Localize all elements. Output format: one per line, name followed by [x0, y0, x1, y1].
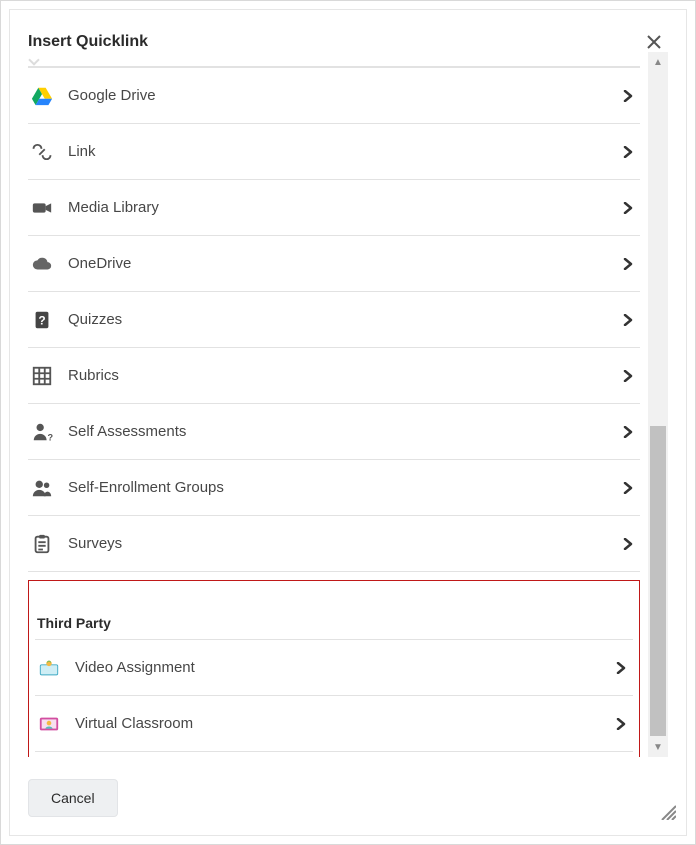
resize-handle-icon[interactable]	[658, 802, 676, 825]
chevron-right-icon	[611, 718, 631, 730]
chevron-right-icon	[618, 314, 638, 326]
third-party-section: Third Party Video Assignment Virtual Clas…	[28, 580, 640, 757]
list-item-label: OneDrive	[68, 255, 618, 272]
third-party-item-virtual-classroom[interactable]: Virtual Classroom	[35, 696, 633, 752]
dialog-title: Insert Quicklink	[28, 33, 148, 51]
insert-quicklink-dialog: Insert Quicklink Google Drive Link Media L…	[9, 9, 687, 836]
list-item-label: Media Library	[68, 199, 618, 216]
list-item-rubrics[interactable]: Rubrics	[28, 348, 640, 404]
bongo-video-icon	[37, 656, 61, 680]
list-item-label: Virtual Classroom	[75, 715, 611, 732]
clipboard-icon	[30, 532, 54, 556]
people-icon	[30, 476, 54, 500]
svg-text:?: ?	[38, 313, 45, 327]
cloud-icon	[30, 252, 54, 276]
list-item-label: Self-Enrollment Groups	[68, 479, 618, 496]
chevron-right-icon	[618, 482, 638, 494]
list-item-label: Rubrics	[68, 367, 618, 384]
list-item-quizzes[interactable]: ? Quizzes	[28, 292, 640, 348]
list-item-google-drive[interactable]: Google Drive	[28, 68, 640, 124]
chevron-right-icon	[618, 370, 638, 382]
chevron-right-icon	[618, 90, 638, 102]
list-item-label: Surveys	[68, 535, 618, 552]
scroll-thumb[interactable]	[650, 426, 666, 736]
close-icon	[646, 34, 662, 50]
camera-icon	[30, 196, 54, 220]
list-item-truncated[interactable]	[28, 52, 640, 67]
chevron-right-icon	[618, 258, 638, 270]
list-item-self-assess[interactable]: ? Self Assessments	[28, 404, 640, 460]
scroll-down-icon[interactable]: ▼	[648, 737, 668, 757]
svg-text:?: ?	[48, 432, 54, 442]
chevron-right-icon	[611, 662, 631, 674]
list-item-surveys[interactable]: Surveys	[28, 516, 640, 572]
list-item-label: Quizzes	[68, 311, 618, 328]
chevron-right-icon	[618, 538, 638, 550]
grid-icon	[30, 364, 54, 388]
quicklink-list: Google Drive Link Media Library OneDrive? Qu…	[28, 52, 640, 757]
list-item-link[interactable]: Link	[28, 124, 640, 180]
list-item-onedrive[interactable]: OneDrive	[28, 236, 640, 292]
person-q-icon: ?	[30, 420, 54, 444]
chevron-right-icon	[618, 426, 638, 438]
list-item-label: Self Assessments	[68, 423, 618, 440]
chevron-right-icon	[618, 146, 638, 158]
list-item-media-library[interactable]: Media Library	[28, 180, 640, 236]
cancel-button[interactable]: Cancel	[28, 779, 118, 817]
scrollbar[interactable]: ▲ ▼	[648, 52, 668, 757]
list-item-label: Google Drive	[68, 87, 618, 104]
link-icon	[30, 140, 54, 164]
list-item-self-enroll[interactable]: Self-Enrollment Groups	[28, 460, 640, 516]
google-drive-icon	[30, 84, 54, 108]
chevron-right-icon	[618, 202, 638, 214]
third-party-item-video-assignment[interactable]: Video Assignment	[35, 640, 633, 696]
third-party-header: Third Party	[37, 615, 633, 631]
scroll-up-icon[interactable]: ▲	[648, 52, 668, 72]
question-icon: ?	[30, 308, 54, 332]
list-item-label: Link	[68, 143, 618, 160]
list-item-label: Video Assignment	[75, 659, 611, 676]
bongo-class-icon	[37, 712, 61, 736]
